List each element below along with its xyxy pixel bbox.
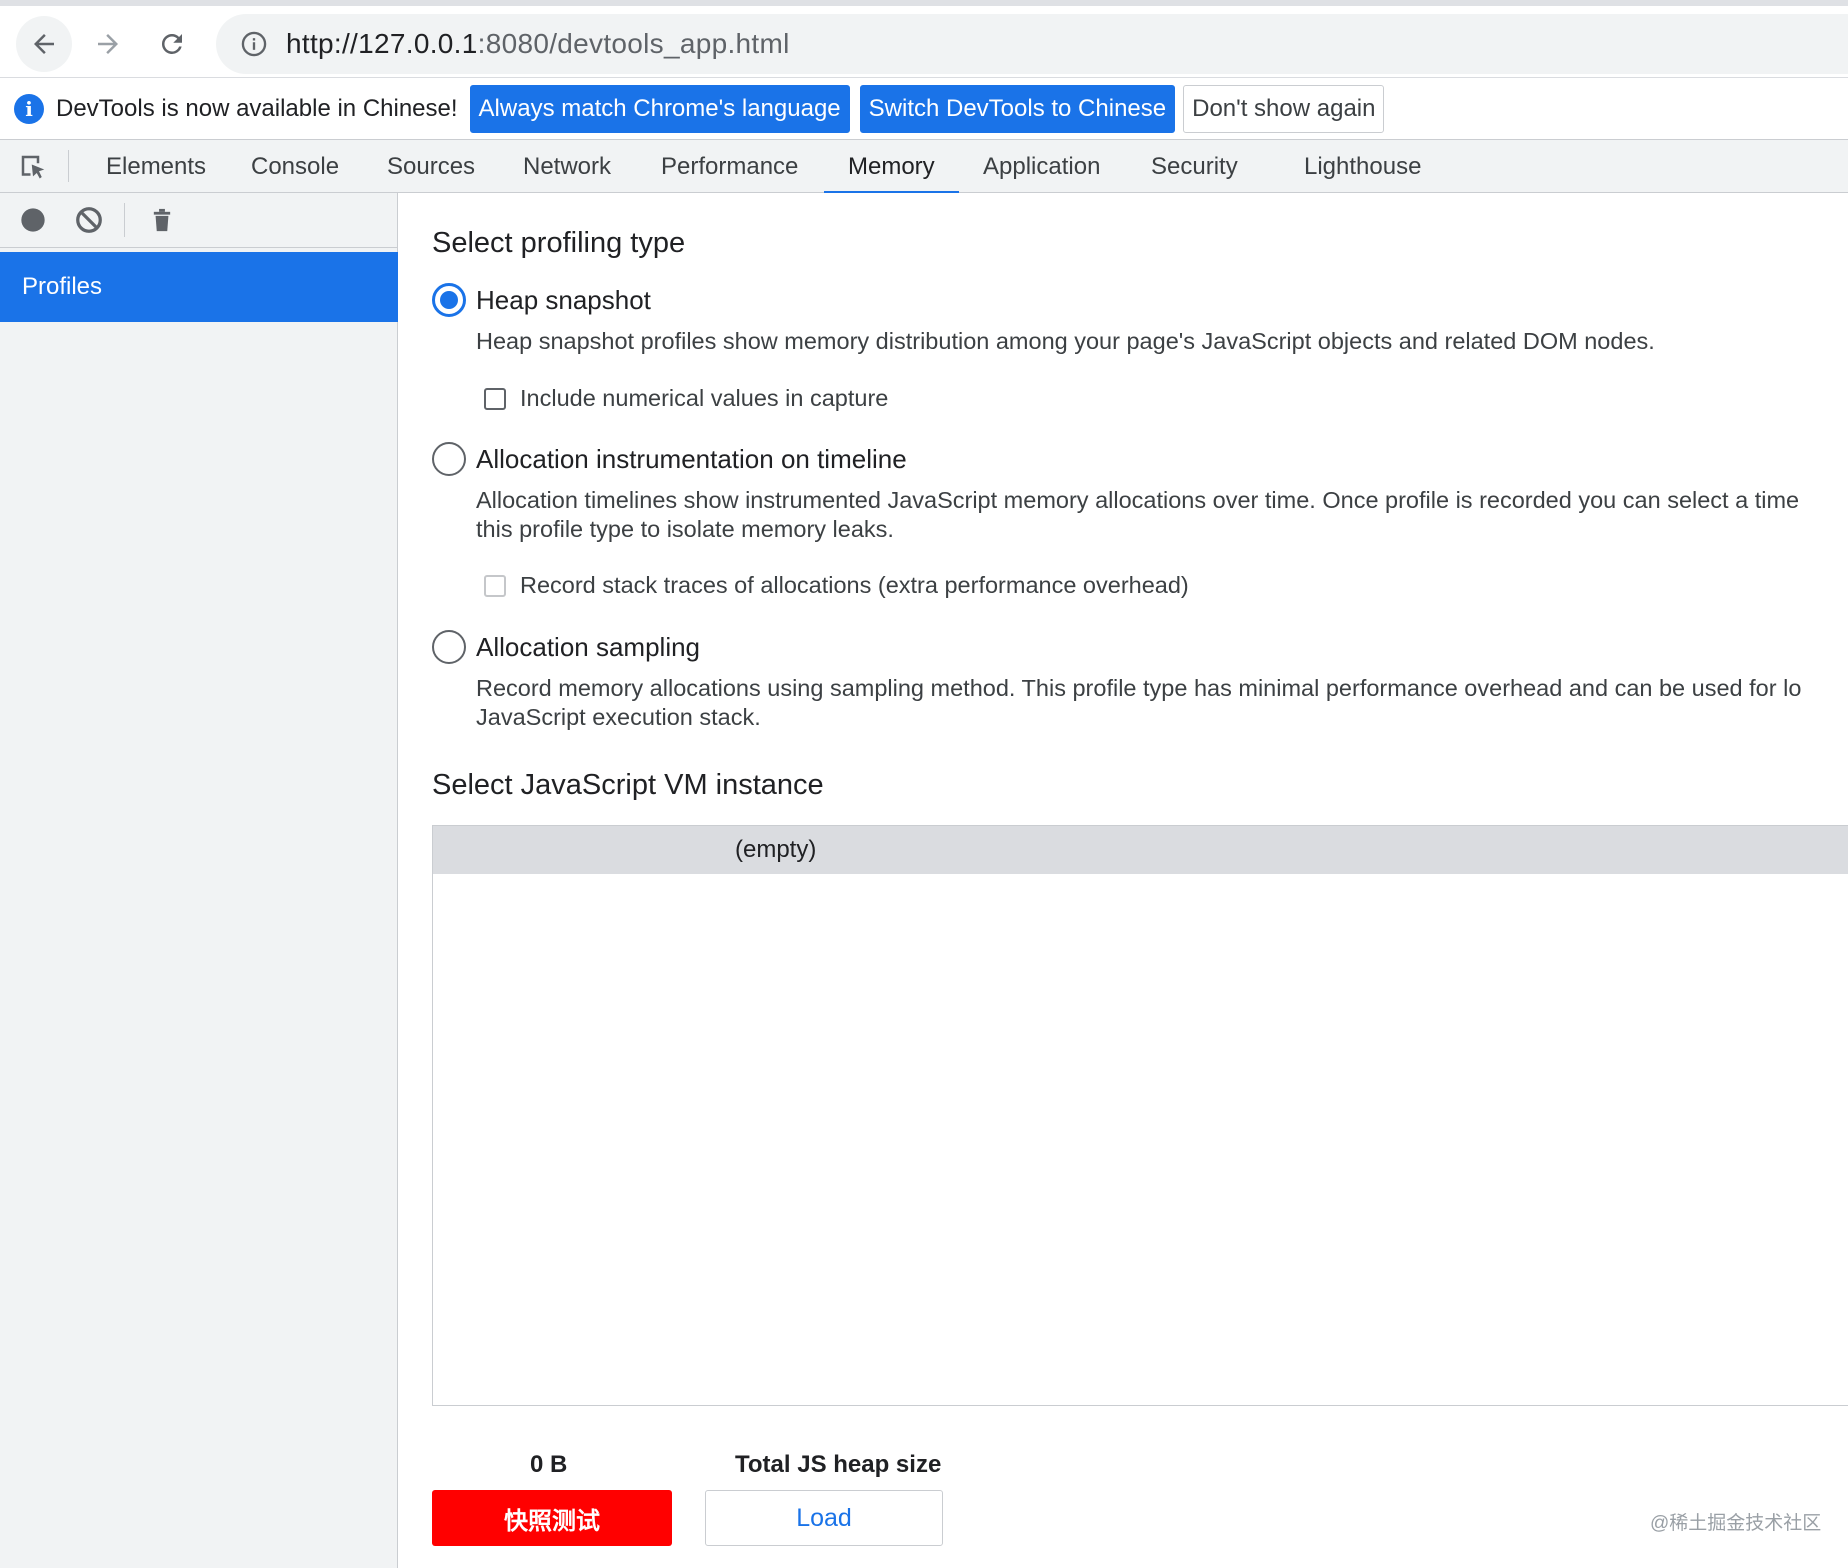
info-icon: i [14, 93, 44, 124]
tab-console[interactable]: Console [227, 140, 363, 193]
profiles-toolbar [0, 193, 398, 248]
heap-snapshot-label: Heap snapshot [476, 284, 651, 315]
dont-show-again-button[interactable]: Don't show again [1183, 84, 1385, 133]
tab-application[interactable]: Application [959, 140, 1124, 193]
element-picker-icon[interactable] [18, 152, 48, 182]
profiling-type-heading: Select profiling type [432, 227, 686, 259]
omnibox[interactable]: http://127.0.0.1:8080/devtools_app.html [216, 14, 1848, 74]
vm-instance-heading: Select JavaScript VM instance [432, 769, 824, 801]
record-icon [21, 208, 45, 232]
allocation-sampling-option[interactable]: Allocation sampling [432, 630, 700, 664]
table-row[interactable]: (empty) [433, 826, 1848, 874]
tab-network[interactable]: Network [499, 140, 635, 193]
tab-sources[interactable]: Sources [363, 140, 499, 193]
allocation-sampling-radio[interactable] [432, 630, 466, 664]
record-stack-traces-checkbox [484, 574, 506, 597]
reload-button[interactable] [144, 16, 200, 72]
collect-garbage-button[interactable] [147, 205, 177, 235]
clear-button[interactable] [74, 205, 104, 235]
site-info-icon[interactable] [240, 30, 268, 58]
profiles-sidebar: Profiles [0, 193, 398, 1568]
url-text: http://127.0.0.1:8080/devtools_app.html [286, 28, 790, 60]
allocation-sampling-description-line2: JavaScript execution stack. [476, 704, 761, 730]
devtools-tab-bar: Elements Console Sources Network Perform… [0, 140, 1848, 194]
trash-icon [153, 208, 171, 232]
reload-icon [161, 33, 182, 54]
url-path: :8080/devtools_app.html [477, 28, 790, 59]
snapshot-test-button[interactable]: 快照测试 [432, 1490, 672, 1546]
heap-snapshot-radio[interactable] [432, 283, 466, 317]
toolbar-separator [124, 203, 125, 237]
load-button[interactable]: Load [705, 1490, 943, 1546]
switch-to-chinese-button[interactable]: Switch DevTools to Chinese [859, 84, 1176, 133]
arrow-right-icon [98, 34, 118, 54]
allocation-timeline-description-line1: Allocation timelines show instrumented J… [476, 487, 1800, 513]
vm-empty-text: (empty) [735, 836, 817, 863]
include-numerical-values-option[interactable]: Include numerical values in capture [484, 385, 888, 412]
total-heap-value: 0 B [530, 1451, 568, 1478]
vm-instance-table: (empty) [432, 825, 1848, 1406]
sidebar-item-profiles[interactable]: Profiles [0, 252, 398, 322]
arrow-left-icon [34, 34, 54, 54]
forward-button[interactable] [80, 16, 136, 72]
infobar-message: DevTools is now available in Chinese! [56, 94, 458, 122]
allocation-timeline-option[interactable]: Allocation instrumentation on timeline [432, 442, 907, 476]
url-host: http://127.0.0.1 [286, 28, 478, 59]
record-stack-traces-label: Record stack traces of allocations (extr… [520, 572, 1189, 598]
allocation-timeline-description-line2: this profile type to isolate memory leak… [476, 516, 894, 542]
record-stack-traces-option: Record stack traces of allocations (extr… [484, 572, 1189, 599]
clear-icon [76, 207, 102, 233]
tab-performance[interactable]: Performance [637, 140, 822, 193]
heap-snapshot-description: Heap snapshot profiles show memory distr… [476, 328, 1655, 354]
include-numerical-values-checkbox[interactable] [484, 387, 506, 410]
address-bar: http://127.0.0.1:8080/devtools_app.html [0, 6, 1848, 78]
tab-bar-separator [68, 150, 69, 182]
allocation-timeline-label: Allocation instrumentation on timeline [476, 443, 907, 474]
language-infobar: i DevTools is now available in Chinese! … [0, 78, 1848, 140]
allocation-timeline-radio[interactable] [432, 442, 466, 476]
heap-snapshot-option[interactable]: Heap snapshot [432, 283, 651, 317]
record-button[interactable] [18, 205, 48, 235]
memory-main-panel: Select profiling type Heap snapshot Heap… [399, 193, 1848, 1568]
allocation-sampling-description-line1: Record memory allocations using sampling… [476, 675, 1802, 701]
tab-memory[interactable]: Memory [824, 140, 959, 194]
tab-elements[interactable]: Elements [82, 140, 230, 193]
allocation-sampling-label: Allocation sampling [476, 631, 701, 662]
tab-security[interactable]: Security [1127, 140, 1262, 193]
tab-lighthouse[interactable]: Lighthouse [1280, 140, 1445, 193]
include-numerical-values-label: Include numerical values in capture [520, 385, 889, 411]
back-button[interactable] [16, 16, 72, 72]
total-heap-label: Total JS heap size [735, 1451, 942, 1478]
watermark-text: @稀土掘金技术社区 [1650, 1513, 1822, 1534]
always-match-language-button[interactable]: Always match Chrome's language [469, 84, 850, 133]
